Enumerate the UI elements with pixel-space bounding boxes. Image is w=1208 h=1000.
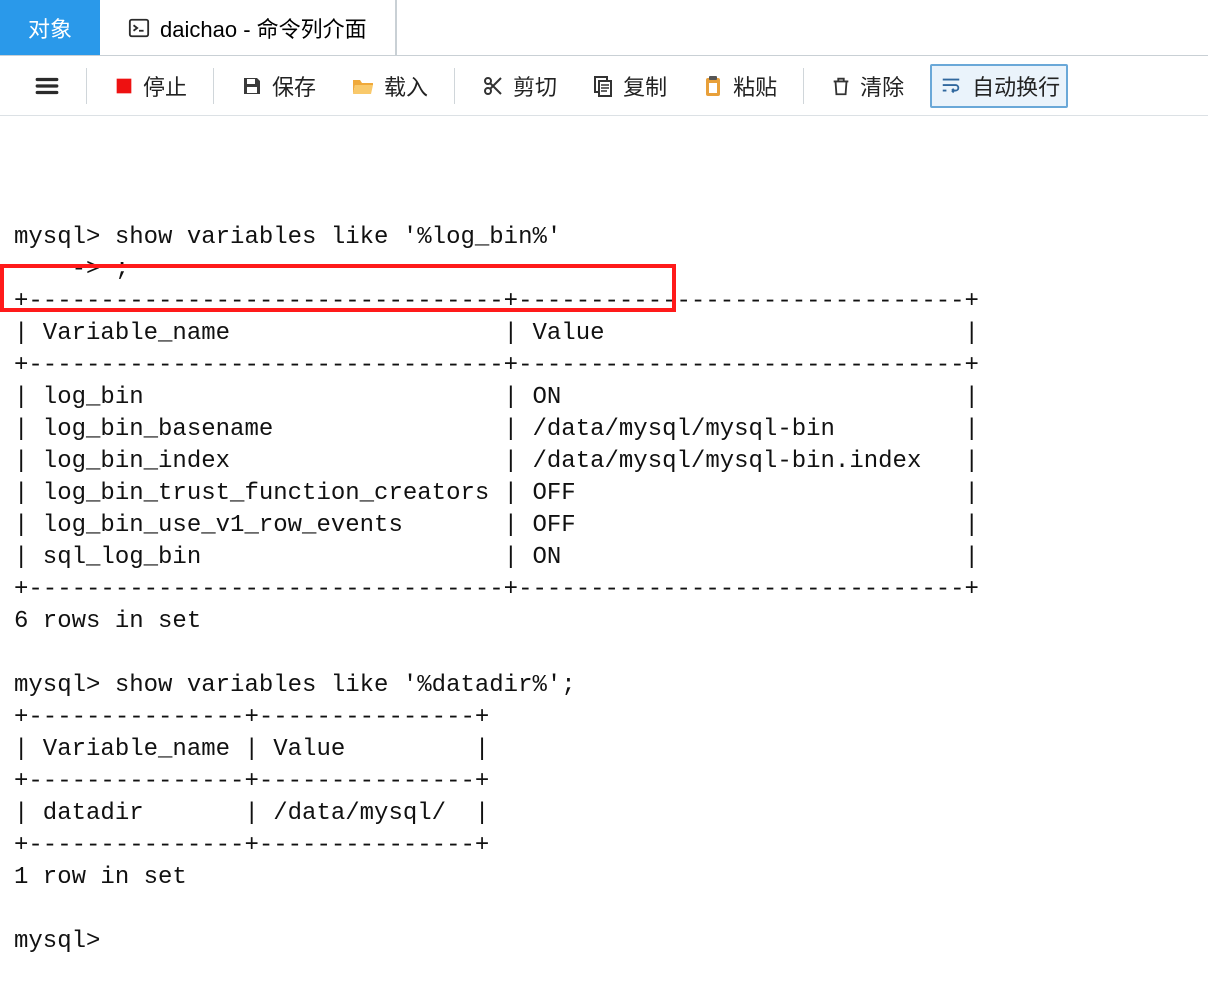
separator <box>454 68 455 104</box>
clear-label: 清除 <box>860 70 904 102</box>
copy-button[interactable]: 复制 <box>583 64 675 108</box>
tab-object-label: 对象 <box>28 12 72 44</box>
load-button[interactable]: 载入 <box>342 64 436 108</box>
wrap-icon <box>938 75 964 97</box>
tab-bar: 对象 daichao - 命令列介面 <box>0 0 1208 56</box>
wrap-button[interactable]: 自动换行 <box>930 64 1068 108</box>
toolbar: 停止 保存 载入 剪切 复制 <box>0 56 1208 116</box>
cut-label: 剪切 <box>513 70 557 102</box>
separator <box>213 68 214 104</box>
paste-icon <box>701 74 725 98</box>
trash-icon <box>830 74 852 98</box>
paste-button[interactable]: 粘贴 <box>693 64 785 108</box>
copy-icon <box>591 74 615 98</box>
terminal-output[interactable]: mysql> show variables like '%log_bin%' -… <box>0 116 1208 1000</box>
load-label: 载入 <box>384 70 428 102</box>
menu-icon <box>34 73 60 99</box>
copy-label: 复制 <box>623 70 667 102</box>
tab-cmd-label: daichao - 命令列介面 <box>160 12 367 44</box>
stop-icon <box>113 75 135 97</box>
stop-button[interactable]: 停止 <box>105 64 195 108</box>
menu-button[interactable] <box>26 67 68 105</box>
console-icon <box>128 17 150 39</box>
save-button[interactable]: 保存 <box>232 64 324 108</box>
paste-label: 粘贴 <box>733 70 777 102</box>
tab-object[interactable]: 对象 <box>0 0 100 55</box>
separator <box>803 68 804 104</box>
folder-open-icon <box>350 74 376 98</box>
separator <box>86 68 87 104</box>
stop-label: 停止 <box>143 70 187 102</box>
wrap-label: 自动换行 <box>972 70 1060 102</box>
tab-empty-area <box>396 0 1208 55</box>
tab-cmd[interactable]: daichao - 命令列介面 <box>100 0 396 55</box>
cut-button[interactable]: 剪切 <box>473 64 565 108</box>
save-icon <box>240 74 264 98</box>
clear-button[interactable]: 清除 <box>822 64 912 108</box>
terminal-lines: mysql> show variables like '%log_bin%' -… <box>14 222 1194 958</box>
scissors-icon <box>481 74 505 98</box>
save-label: 保存 <box>272 70 316 102</box>
